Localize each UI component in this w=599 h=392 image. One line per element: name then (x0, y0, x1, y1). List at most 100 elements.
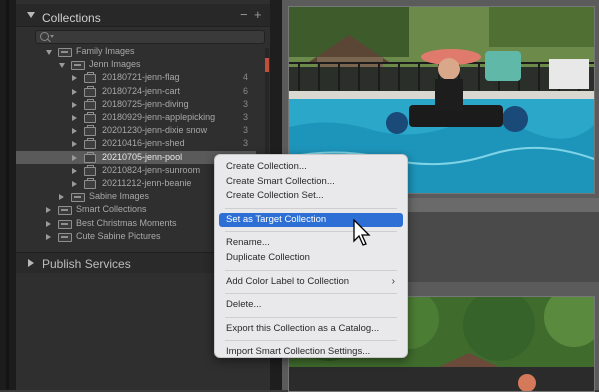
collection-count: 3 (242, 138, 248, 149)
collection-row[interactable]: 20180721-jenn-flag 4 (16, 71, 256, 84)
disclosure-closed-icon[interactable] (72, 154, 77, 161)
search-icon (40, 32, 49, 41)
collection-count: 4 (242, 72, 248, 83)
menu-separator (225, 316, 397, 318)
collection-label: Best Christmas Moments (76, 217, 177, 228)
menu-item-label: Set as Target Collection (226, 213, 327, 225)
menu-item-label: Delete... (226, 299, 262, 311)
disclosure-closed-icon[interactable] (72, 101, 77, 108)
disclosure-closed-icon[interactable] (46, 220, 51, 227)
collection-label: Cute Sabine Pictures (76, 230, 161, 241)
menu-item-label: Export this Collection as a Catalog... (226, 322, 380, 334)
collection-set-icon (58, 232, 72, 242)
collection-label: Family Images (76, 46, 135, 56)
scrollbar-thumb[interactable] (265, 58, 269, 72)
menu-item-label: Add Color Label to Collection (226, 275, 350, 287)
disclosure-open-icon[interactable] (59, 63, 65, 69)
menu-separator (225, 207, 397, 209)
mouse-cursor-icon (353, 219, 371, 246)
collection-row[interactable]: 20201230-jenn-dixie snow 3 (16, 124, 256, 137)
collection-icon (84, 178, 96, 189)
disclosure-closed-icon[interactable] (72, 115, 77, 121)
collection-set-icon (58, 206, 72, 216)
collection-icon (84, 98, 96, 110)
collection-label: 20201230-jenn-dixie snow (102, 125, 208, 136)
duplicate-collection-item[interactable]: Duplicate Collection (219, 251, 403, 265)
create-collection-set-item[interactable]: Create Collection Set... (219, 189, 403, 203)
collection-label: 20210824-jenn-sunroom (102, 164, 201, 175)
set-target-collection-item[interactable]: Set as Target Collection (219, 212, 403, 227)
disclosure-closed-icon[interactable] (72, 88, 77, 95)
context-menu: Create Collection... Create Smart Collect… (214, 154, 408, 358)
expand-triangle-icon[interactable] (28, 259, 34, 267)
collection-set-row[interactable]: Family Images (16, 45, 256, 58)
collection-set-icon (58, 48, 72, 57)
collection-label: 20211212-jenn-beanie (102, 178, 192, 188)
collapse-triangle-icon[interactable] (27, 12, 35, 18)
disclosure-closed-icon[interactable] (72, 141, 77, 148)
remove-collection-button[interactable]: − (240, 8, 248, 21)
menu-item-label: Create Collection Set... (226, 190, 324, 202)
menu-separator (225, 269, 397, 271)
rename-item[interactable]: Rename... (219, 236, 403, 250)
export-catalog-item[interactable]: Export this Collection as a Catalog... (219, 322, 403, 336)
collection-label: 20210416-jenn-shed (102, 138, 185, 149)
collection-icon (84, 112, 96, 123)
collections-title: Collections (42, 11, 101, 25)
collection-label: 20210705-jenn-pool (102, 151, 183, 162)
collection-icon (84, 164, 96, 176)
disclosure-closed-icon[interactable] (72, 128, 77, 135)
left-edge-strip (0, 0, 16, 390)
collection-row[interactable]: 20180929-jenn-applepicking 3 (16, 111, 256, 124)
collection-count: 6 (242, 85, 248, 96)
edge-grip (6, 0, 9, 390)
disclosure-closed-icon[interactable] (72, 167, 77, 174)
collections-header[interactable]: Collections − + (16, 4, 270, 27)
menu-separator (225, 293, 397, 295)
menu-item-label: Import Smart Collection Settings... (226, 346, 371, 358)
delete-item[interactable]: Delete... (219, 298, 403, 312)
collection-set-icon (58, 219, 72, 229)
collection-label: Sabine Images (89, 191, 150, 202)
collection-icon (84, 72, 96, 84)
add-collection-button[interactable]: + (254, 8, 262, 21)
disclosure-closed-icon[interactable] (59, 194, 64, 201)
create-smart-collection-item[interactable]: Create Smart Collection... (219, 175, 403, 189)
menu-item-label: Create Smart Collection... (226, 175, 335, 187)
collection-set-icon (71, 193, 85, 203)
import-smart-settings-item[interactable]: Import Smart Collection Settings... (219, 345, 403, 359)
menu-separator (225, 340, 397, 342)
chevron-down-icon (50, 35, 54, 38)
collection-label: 20180725-jenn-diving (102, 98, 189, 109)
collection-set-icon (71, 61, 85, 71)
collection-icon (84, 151, 96, 163)
collection-icon (84, 138, 96, 150)
collection-icon (84, 85, 96, 97)
collection-icon (84, 125, 96, 137)
disclosure-closed-icon[interactable] (46, 207, 51, 214)
disclosure-closed-icon[interactable] (72, 181, 77, 187)
menu-item-label: Duplicate Collection (226, 252, 310, 263)
collection-set-row[interactable]: Jenn Images (16, 58, 256, 71)
create-collection-item[interactable]: Create Collection... (219, 160, 403, 174)
collection-label: Jenn Images (89, 59, 141, 70)
collection-label: 20180721-jenn-flag (102, 72, 180, 83)
collection-label: 20180724-jenn-cart (102, 85, 181, 96)
collection-row[interactable]: 20180725-jenn-diving 3 (16, 98, 256, 111)
disclosure-closed-icon[interactable] (46, 233, 51, 240)
collection-row[interactable]: 20210416-jenn-shed 3 (16, 137, 256, 150)
chevron-right-icon: › (391, 275, 395, 287)
menu-item-label: Rename... (226, 237, 270, 249)
collection-row[interactable]: 20180724-jenn-cart 6 (16, 85, 256, 98)
add-color-label-item[interactable]: Add Color Label to Collection › (219, 275, 403, 289)
collection-count: 3 (242, 125, 248, 136)
collection-count: 3 (242, 98, 248, 109)
collection-count: 3 (242, 112, 248, 122)
disclosure-closed-icon[interactable] (72, 75, 77, 82)
collection-label: 20180929-jenn-applepicking (102, 112, 216, 122)
disclosure-open-icon[interactable] (46, 50, 52, 55)
menu-item-label: Create Collection... (226, 161, 307, 172)
publish-services-title: Publish Services (42, 257, 131, 271)
collection-label: Smart Collections (76, 204, 147, 215)
collection-filter-input[interactable] (35, 30, 265, 44)
